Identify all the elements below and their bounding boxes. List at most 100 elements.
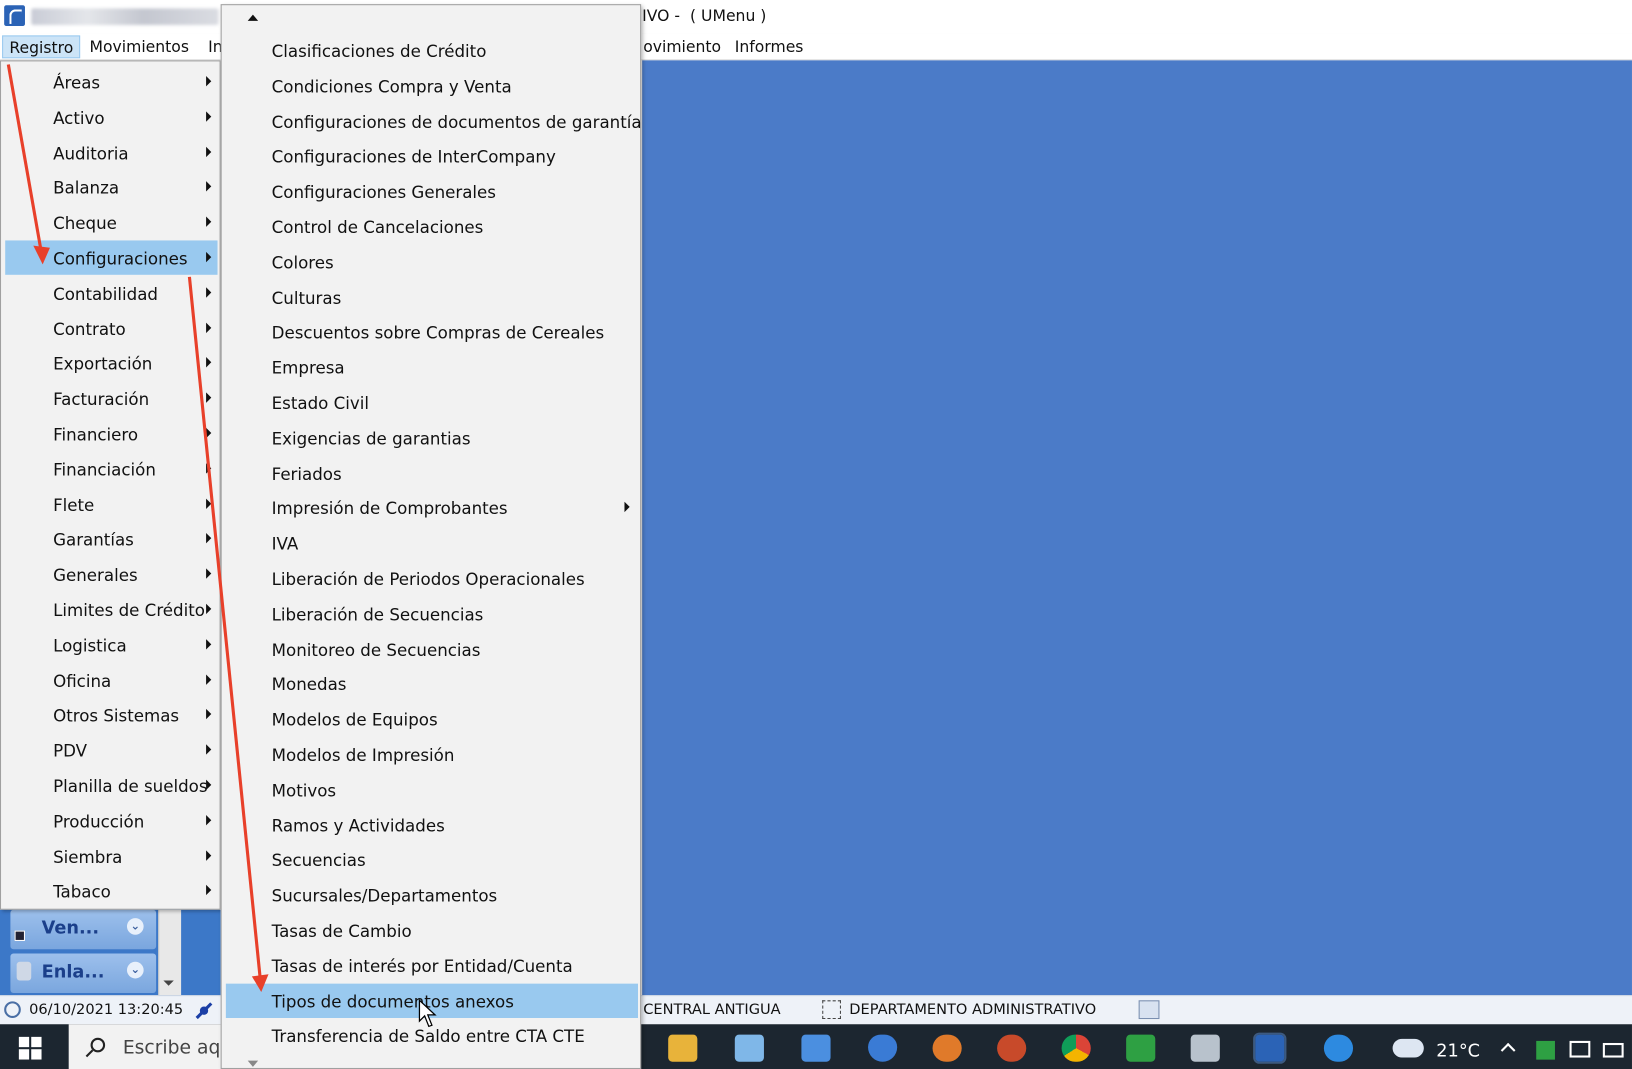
submenu-item-5[interactable]: Control de Cancelaciones	[226, 209, 638, 243]
menu-item-tabaco[interactable]: Tabaco	[5, 874, 217, 908]
app-icon-gray[interactable]	[1190, 1034, 1220, 1062]
restore-icon	[14, 930, 25, 941]
submenu-item-label: Liberación de Secuencias	[271, 604, 484, 625]
submenu-item-label: Feriados	[271, 463, 342, 484]
submenu-item-12[interactable]: Feriados	[226, 455, 638, 489]
menu-item-siembra[interactable]: Siembra	[5, 839, 217, 873]
submenu-item-label: IVA	[271, 534, 299, 554]
network-icon[interactable]	[1569, 1040, 1591, 1058]
menu-item-flete[interactable]: Flete	[5, 487, 217, 521]
submenu-item-label: Condiciones Compra y Venta	[271, 76, 512, 97]
submenu-item-2[interactable]: Configuraciones de documentos de garantí…	[226, 104, 642, 138]
menu-item-limites-de-crédito[interactable]: Limites de Crédito	[5, 592, 217, 626]
submenu-item-0[interactable]: Clasificaciones de Crédito	[226, 33, 638, 67]
submenu-item-23[interactable]: Secuencias	[226, 842, 638, 876]
submenu-item-8[interactable]: Descuentos sobre Compras de Cereales	[226, 315, 638, 349]
menu-item-oficina[interactable]: Oficina	[5, 663, 217, 697]
menu-item-planilla-de-sueldos[interactable]: Planilla de sueldos	[5, 768, 217, 802]
submenu-item-21[interactable]: Motivos	[226, 772, 638, 806]
scroll-down-icon[interactable]	[163, 980, 174, 986]
menu-item-áreas[interactable]: Áreas	[5, 65, 217, 99]
chrome-icon[interactable]	[1061, 1034, 1091, 1062]
app-icon-active[interactable]	[1253, 1032, 1287, 1064]
submenu-arrow-icon	[206, 111, 212, 122]
tray-icon-green[interactable]	[1536, 1040, 1555, 1060]
submenu-arrow-icon	[206, 849, 212, 861]
menu-item-garantías[interactable]: Garantías	[5, 522, 217, 556]
submenu-item-label: Colores	[271, 252, 334, 273]
submenu-item-26[interactable]: Tasas de interés por Entidad/Cuenta	[226, 948, 638, 982]
temperature: 21°C	[1436, 1040, 1481, 1062]
menu-item-balanza[interactable]: Balanza	[5, 170, 217, 204]
menu-item-otros-sistemas[interactable]: Otros Sistemas	[5, 698, 217, 732]
submenu-item-9[interactable]: Empresa	[226, 350, 638, 384]
submenu-item-24[interactable]: Sucursales/Departamentos	[226, 878, 638, 912]
file-explorer-icon[interactable]	[668, 1034, 698, 1062]
menu-item-label: Balanza	[53, 178, 120, 199]
submenu-item-18[interactable]: Monedas	[226, 667, 638, 701]
menu-item-facturación[interactable]: Facturación	[5, 381, 217, 415]
submenu-item-20[interactable]: Modelos de Impresión	[226, 737, 638, 771]
calculator-icon[interactable]	[801, 1034, 831, 1062]
panel-button-ventas[interactable]: Ven... ⌄	[10, 909, 157, 950]
chevron-down-icon: ⌄	[126, 961, 144, 979]
submenu-item-17[interactable]: Monitoreo de Secuencias	[226, 631, 638, 665]
taskbar-search[interactable]: Escribe aq	[68, 1024, 225, 1069]
submenu-item-14[interactable]: IVA	[226, 526, 638, 560]
menu-movimiento-partial[interactable]: ovimiento	[637, 35, 727, 58]
submenu-item-7[interactable]: Culturas	[226, 280, 638, 314]
menu-item-financiero[interactable]: Financiero	[5, 416, 217, 450]
scroll-down-icon[interactable]	[247, 1060, 259, 1067]
submenu-arrow-icon	[206, 251, 212, 263]
submenu-arrow-icon	[206, 744, 212, 755]
submenu-item-25[interactable]: Tasas de Cambio	[226, 913, 638, 947]
app-icon[interactable]	[4, 5, 25, 27]
submenu-item-15[interactable]: Liberación de Periodos Operacionales	[226, 561, 638, 595]
submenu-item-22[interactable]: Ramos y Actividades	[226, 807, 638, 841]
submenu-item-19[interactable]: Modelos de Equipos	[226, 702, 638, 736]
menu-movimientos[interactable]: Movimientos	[83, 35, 195, 58]
submenu-arrow-icon	[206, 885, 212, 896]
submenu-item-3[interactable]: Configuraciones de InterCompany	[226, 139, 638, 173]
menu-item-configuraciones[interactable]: Configuraciones	[5, 240, 218, 275]
app-icon-red[interactable]	[997, 1034, 1027, 1062]
window-title: IVO - ( UMenu )	[642, 6, 767, 25]
submenu-arrow-icon	[206, 322, 212, 333]
submenu-item-1[interactable]: Condiciones Compra y Venta	[226, 68, 638, 102]
windows-start-icon[interactable]	[18, 1036, 42, 1060]
scroll-up-icon[interactable]	[247, 14, 259, 21]
menu-informes[interactable]: Informes	[729, 35, 810, 58]
submenu-item-16[interactable]: Liberación de Secuencias	[226, 596, 638, 630]
menu-registro[interactable]: Registro	[2, 35, 81, 59]
clock-icon	[4, 1001, 21, 1019]
submenu-item-label: Descuentos sobre Compras de Cereales	[271, 323, 605, 343]
submenu-item-label: Modelos de Equipos	[271, 710, 438, 730]
submenu-item-label: Ramos y Actividades	[271, 815, 445, 836]
menu-item-logistica[interactable]: Logistica	[5, 627, 217, 661]
submenu-arrow-icon	[206, 392, 212, 404]
notes-icon[interactable]	[1138, 1000, 1160, 1020]
menu-item-activo[interactable]: Activo	[5, 100, 217, 134]
app-icon-green[interactable]	[1126, 1034, 1156, 1062]
submenu-item-13[interactable]: Impresión de Comprobantes	[226, 491, 638, 525]
menu-item-generales[interactable]: Generales	[5, 557, 217, 591]
menu-item-cheque[interactable]: Cheque	[5, 205, 217, 239]
submenu-item-10[interactable]: Estado Civil	[226, 385, 638, 419]
app-icon-blue[interactable]	[734, 1034, 764, 1062]
submenu-arrow-icon	[206, 568, 212, 579]
menu-item-auditoria[interactable]: Auditoria	[5, 135, 217, 169]
panel-scrollbar[interactable]	[158, 909, 182, 998]
panel-button-enlaces[interactable]: Enla... ⌄	[10, 953, 157, 994]
menu-item-contabilidad[interactable]: Contabilidad	[5, 276, 217, 310]
sync-icon[interactable]	[932, 1034, 962, 1062]
submenu-item-6[interactable]: Colores	[226, 244, 638, 278]
submenu-item-11[interactable]: Exigencias de garantias	[226, 420, 638, 454]
battery-icon[interactable]	[1602, 1042, 1624, 1058]
submenu-item-4[interactable]: Configuraciones Generales	[226, 174, 638, 208]
menu-item-exportación[interactable]: Exportación	[5, 346, 217, 380]
menu-item-financiación[interactable]: Financiación	[5, 452, 217, 486]
menu-item-producción[interactable]: Producción	[5, 803, 217, 837]
menu-item-pdv[interactable]: PDV	[5, 733, 217, 767]
menu-item-contrato[interactable]: Contrato	[5, 311, 217, 345]
help-icon[interactable]	[1323, 1034, 1354, 1062]
